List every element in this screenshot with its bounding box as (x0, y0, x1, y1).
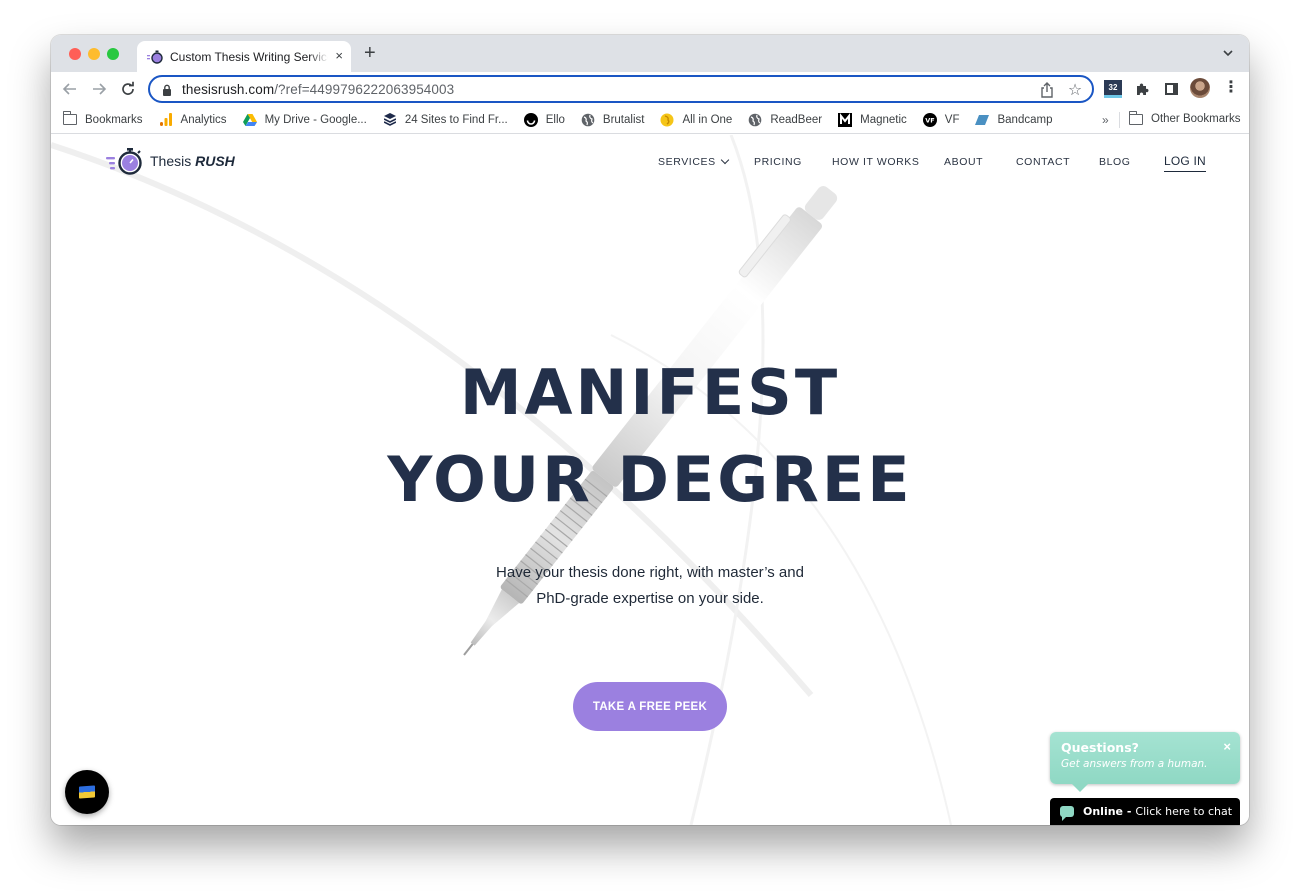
folder-icon (1128, 110, 1143, 126)
magnetic-icon (838, 112, 853, 127)
chat-prompt-bubble[interactable]: Questions? Get answers from a human. × (1050, 732, 1240, 792)
bookmark-item[interactable]: Brutalist (581, 113, 644, 127)
hero-title-line-1: MANIFEST (459, 356, 841, 429)
bookmarks-bar: Bookmarks Analytics My Drive - Google...… (51, 106, 1249, 134)
bookmark-item[interactable]: Analytics (159, 113, 227, 127)
stopwatch-logo-icon (106, 148, 142, 175)
bookmark-star-icon[interactable]: ☆ (1066, 81, 1084, 99)
reload-icon[interactable] (119, 80, 137, 98)
maximize-window-button[interactable] (107, 48, 119, 60)
nav-log-in[interactable]: LOG IN (1164, 154, 1206, 172)
close-window-button[interactable] (69, 48, 81, 60)
bookmarks-overflow-button[interactable]: » (1102, 113, 1109, 127)
stopwatch-favicon-icon (147, 49, 163, 65)
bookmark-item[interactable]: Ello (523, 112, 565, 127)
bookmark-item[interactable]: Bookmarks (62, 111, 143, 127)
bookmark-item[interactable]: VF VF (922, 112, 959, 127)
nav-blog[interactable]: BLOG (1099, 156, 1131, 168)
tab-search-chevron-icon[interactable] (1221, 46, 1235, 60)
forward-arrow-icon[interactable] (90, 80, 108, 98)
site-logo[interactable]: Thesis RUSH (106, 146, 235, 176)
new-tab-button[interactable]: + (364, 43, 376, 63)
analytics-icon (159, 113, 173, 127)
browser-toolbar: thesisrush.com/?ref=4499796222063954003 … (51, 72, 1249, 106)
globe-icon (748, 113, 762, 127)
more-menu-icon[interactable]: ⋮ (1223, 80, 1239, 96)
bookmark-item[interactable]: Bandcamp (975, 113, 1052, 127)
profile-avatar[interactable] (1190, 78, 1210, 98)
minimize-window-button[interactable] (88, 48, 100, 60)
live-chat-button[interactable]: Online - Click here to chat (1050, 798, 1240, 825)
extensions-puzzle-icon[interactable] (1133, 80, 1151, 98)
all-in-one-icon (660, 113, 674, 127)
svg-text:VF: VF (925, 116, 934, 124)
chat-bubble-subtitle: Get answers from a human. (1061, 758, 1208, 770)
logo-text: Thesis RUSH (150, 153, 235, 169)
close-icon[interactable]: × (1223, 739, 1231, 754)
browser-tab-active[interactable]: Custom Thesis Writing Services × (137, 41, 351, 72)
hero-title-line-2: YOUR DEGREE (387, 443, 913, 516)
folder-icon (62, 111, 77, 127)
google-drive-icon (242, 113, 257, 127)
ello-icon (523, 112, 538, 127)
ukraine-support-button[interactable] (65, 770, 109, 814)
chat-bubble-title: Questions? (1061, 740, 1139, 755)
bookmark-item[interactable]: Magnetic (838, 112, 907, 127)
pencil-lead (463, 643, 474, 656)
address-bar[interactable]: thesisrush.com/?ref=4499796222063954003 … (148, 75, 1094, 103)
other-bookmarks-folder[interactable]: Other Bookmarks (1128, 110, 1240, 126)
share-icon[interactable] (1038, 81, 1056, 99)
side-panel-icon[interactable] (1162, 80, 1180, 98)
chat-action-label: Click here to chat (1135, 805, 1233, 818)
hero-subtitle: Have your thesis done right, with master… (496, 564, 804, 607)
lock-icon[interactable] (162, 83, 172, 96)
browser-window: Custom Thesis Writing Services × + thesi… (51, 35, 1249, 825)
bookmark-item[interactable]: All in One (660, 113, 732, 127)
globe-icon (581, 113, 595, 127)
take-free-peek-button[interactable]: TAKE A FREE PEEK (573, 682, 727, 731)
url-path: /?ref=4499796222063954003 (274, 81, 455, 97)
site-header: Thesis RUSH SERVICES PRICING HOW IT WORK… (51, 135, 1249, 190)
nav-about[interactable]: ABOUT (944, 156, 983, 168)
tab-title: Custom Thesis Writing Services (170, 49, 328, 64)
url-text[interactable]: thesisrush.com/?ref=4499796222063954003 (182, 82, 454, 97)
nav-how-it-works[interactable]: HOW IT WORKS (832, 156, 920, 168)
web-page: Thesis RUSH SERVICES PRICING HOW IT WORK… (51, 135, 1249, 825)
chat-status: Online - (1083, 805, 1132, 818)
bookmark-item[interactable]: ReadBeer (748, 113, 822, 127)
tab-close-icon[interactable]: × (335, 48, 343, 63)
tab-strip: Custom Thesis Writing Services × + (51, 35, 1249, 72)
extension-badge-icon[interactable]: 32 (1104, 80, 1122, 98)
stack-icon (383, 113, 397, 127)
bookmark-item[interactable]: My Drive - Google... (242, 113, 367, 127)
bookmarks-divider (1119, 112, 1120, 128)
back-arrow-icon[interactable] (61, 80, 79, 98)
bandcamp-icon (975, 113, 990, 127)
nav-contact[interactable]: CONTACT (1016, 156, 1070, 168)
vf-icon: VF (922, 112, 937, 127)
url-domain: thesisrush.com (182, 81, 275, 97)
bookmark-item[interactable]: 24 Sites to Find Fr... (383, 113, 508, 127)
nav-pricing[interactable]: PRICING (754, 156, 802, 168)
speech-bubble-icon (1060, 806, 1074, 821)
nav-services[interactable]: SERVICES (658, 155, 729, 168)
chevron-down-icon (720, 155, 729, 165)
ukraine-flag-icon (79, 785, 95, 799)
